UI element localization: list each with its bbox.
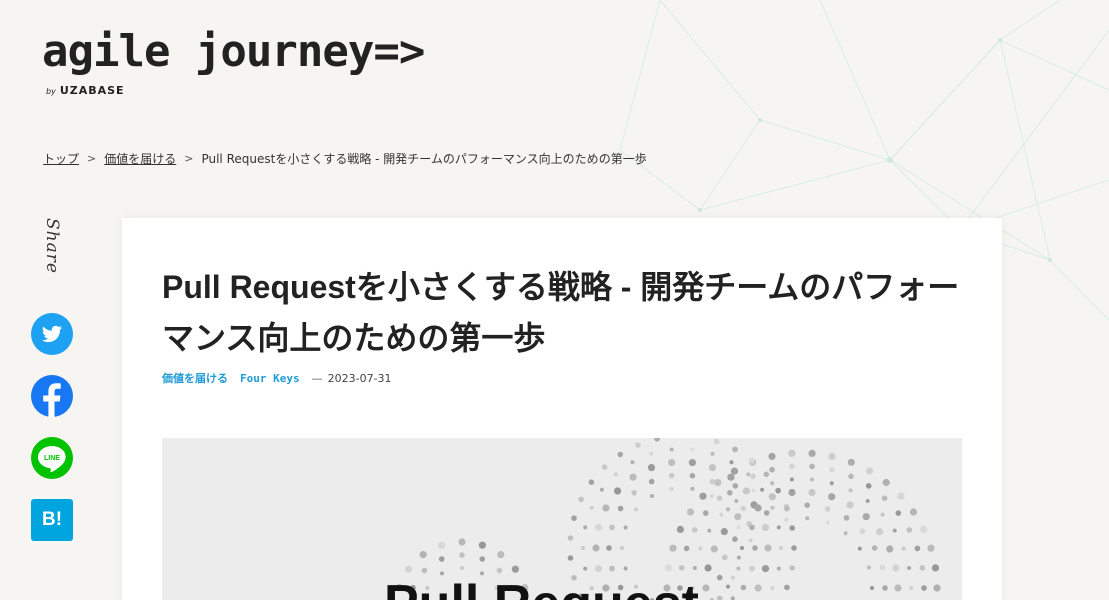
tag-link-four-keys[interactable]: Four Keys: [240, 372, 300, 385]
article-date: 2023-07-31: [327, 371, 392, 385]
breadcrumb-link-category[interactable]: 価値を届ける: [104, 150, 176, 167]
breadcrumb: トップ > 価値を届ける > Pull Requestを小さくする戦略 - 開発…: [43, 150, 647, 167]
share-facebook-button[interactable]: [31, 375, 73, 417]
hatena-bookmark-icon: B!: [41, 509, 63, 530]
hero-image: Pull Request: [162, 438, 962, 600]
line-icon: LINE: [38, 446, 66, 472]
hero-image-text: Pull Request: [384, 578, 699, 600]
breadcrumb-link-top[interactable]: トップ: [43, 150, 79, 167]
article-title: Pull Requestを小さくする戦略 - 開発チームのパフォーマンス向上のた…: [162, 269, 960, 356]
share-line-button[interactable]: LINE: [31, 437, 73, 479]
breadcrumb-separator: >: [87, 152, 97, 165]
site-logo[interactable]: agile journey=> by UZABASE: [42, 26, 425, 98]
meta-dash: —: [311, 371, 323, 385]
twitter-icon: [41, 325, 63, 343]
logo-byline: by UZABASE: [46, 84, 424, 97]
breadcrumb-current: Pull Requestを小さくする戦略 - 開発チームのパフォーマンス向上のた…: [201, 152, 647, 166]
by-label: by: [46, 87, 56, 96]
brand-name: UZABASE: [59, 84, 125, 97]
share-label: Share: [42, 218, 62, 274]
facebook-icon: [43, 383, 61, 417]
article-card: Pull Requestを小さくする戦略 - 開発チームのパフォーマンス向上のた…: [122, 218, 1002, 600]
article-meta: 価値を届ける Four Keys — 2023-07-31: [162, 370, 392, 386]
breadcrumb-separator: >: [184, 152, 194, 165]
logo-wordmark: agile journey=>: [42, 26, 425, 77]
share-hatena-button[interactable]: B!: [31, 499, 73, 541]
line-icon-label: LINE: [44, 455, 60, 462]
share-twitter-button[interactable]: [31, 313, 73, 355]
tag-link-category[interactable]: 価値を届ける: [162, 370, 228, 386]
